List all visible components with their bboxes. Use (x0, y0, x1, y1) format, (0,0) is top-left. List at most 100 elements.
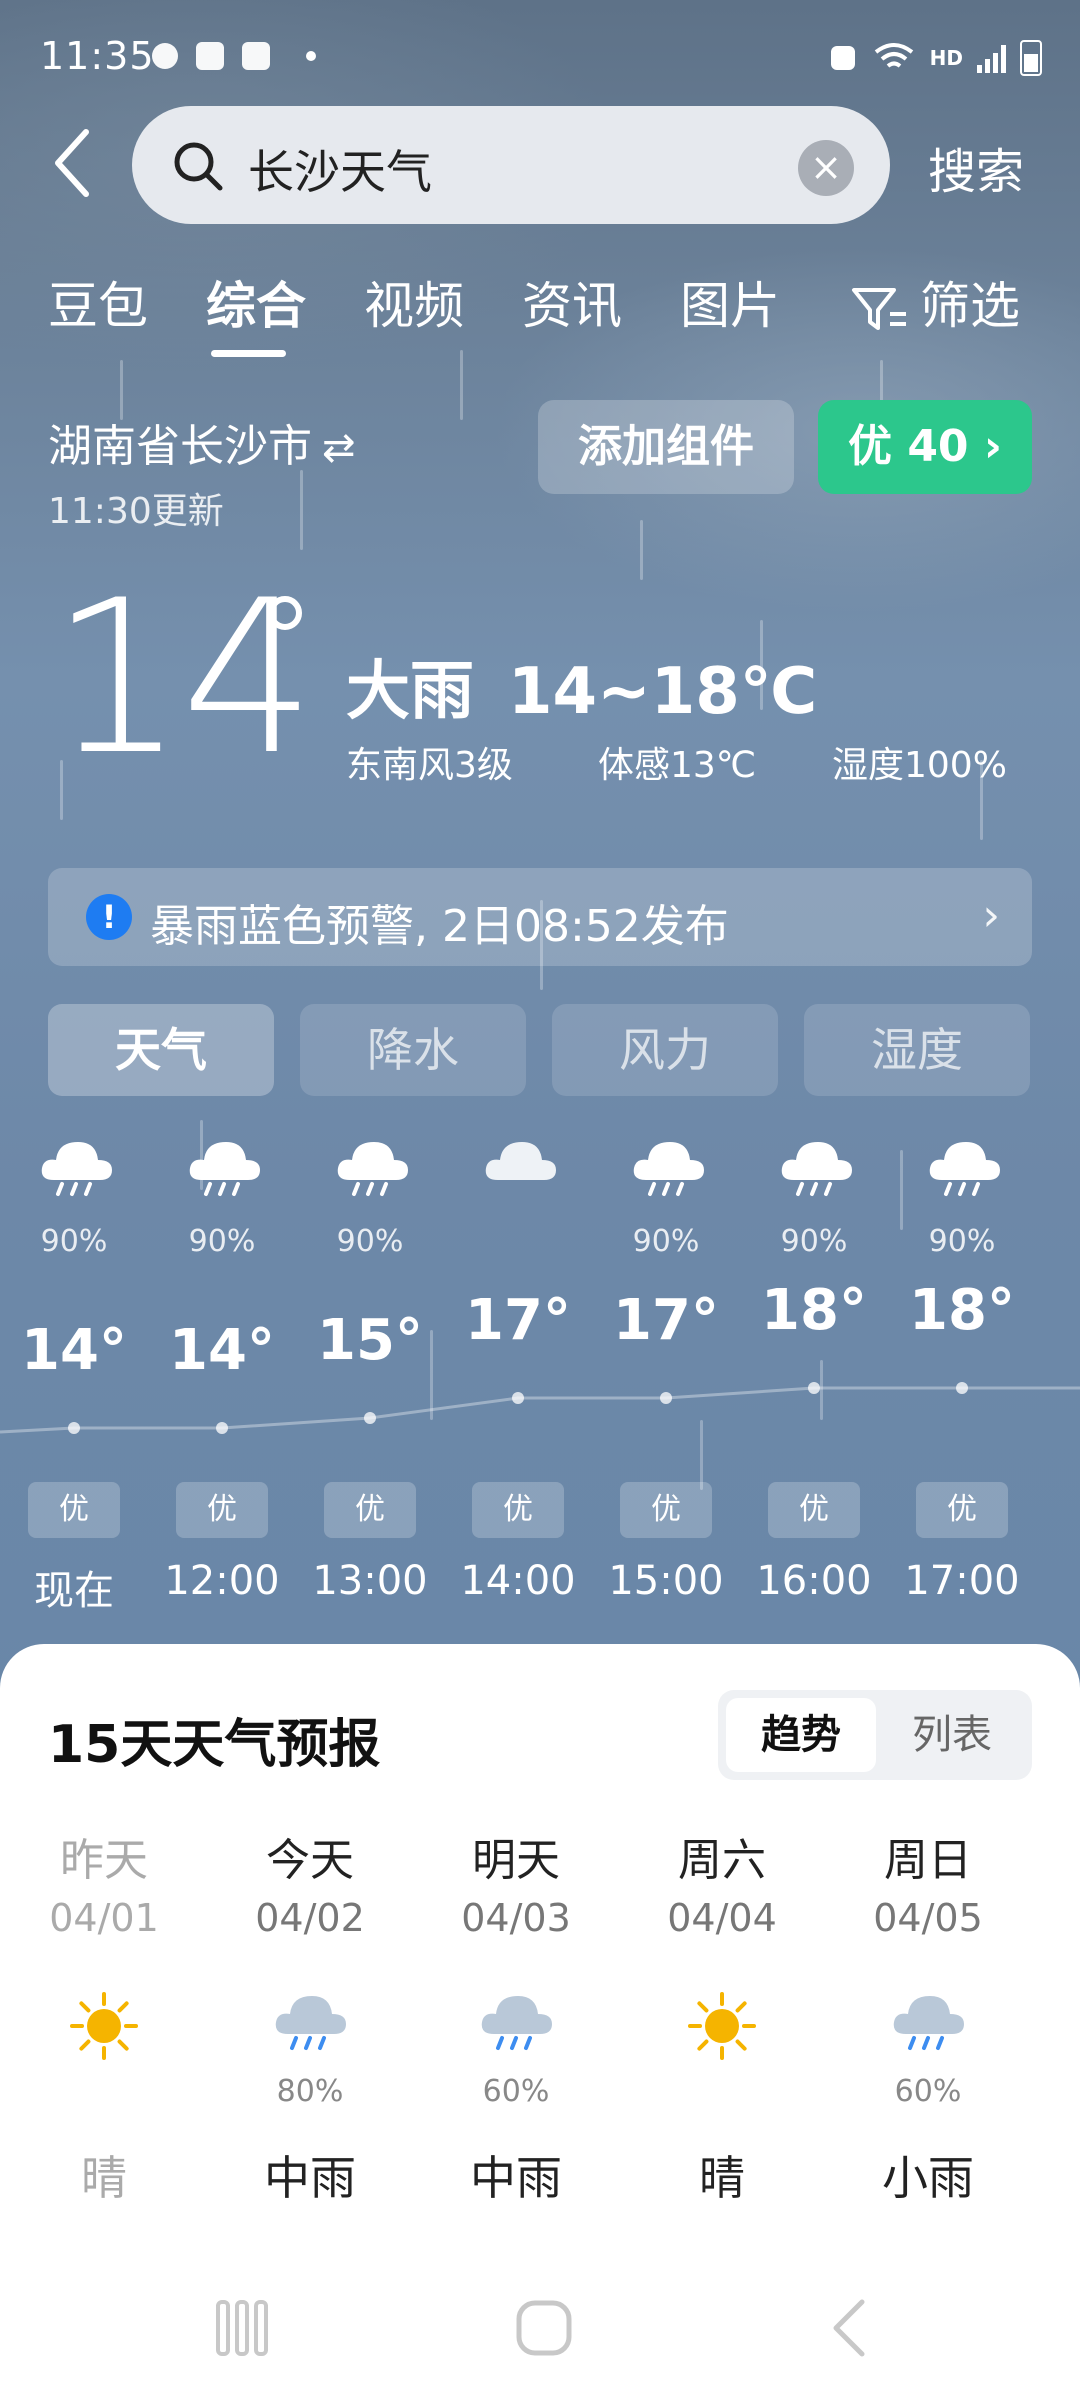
humidity-info: 湿度100% (832, 745, 1007, 786)
temperature-point (512, 1392, 524, 1404)
status-time: 11:35 (40, 34, 155, 78)
aqi-button[interactable]: 优 40 › (818, 400, 1032, 494)
day-weather-icon (476, 1988, 556, 2058)
list-view-button[interactable]: 列表 (880, 1698, 1024, 1772)
search-input[interactable]: 长沙天气 (248, 136, 432, 202)
day-date: 04/04 (667, 1896, 777, 1940)
search-button[interactable]: 搜索 (928, 132, 1024, 202)
hourly-aqi-badge: 优 (176, 1482, 268, 1538)
location-name: 湖南省长沙市 (48, 421, 312, 472)
temperature-point (68, 1422, 80, 1434)
tab-filter[interactable]: 筛选 (850, 266, 1020, 338)
temperature-point (216, 1422, 228, 1434)
alert-text: 暴雨蓝色预警, 2日08:52发布 (150, 901, 729, 952)
hourly-aqi-badge: 优 (768, 1482, 860, 1538)
hourly-precip-probability: 90% (928, 1224, 996, 1259)
temperature-point (956, 1382, 968, 1394)
light-rain-cloud-icon (929, 1142, 1000, 1196)
light-rain-cloud-icon (189, 1142, 260, 1196)
hourly-time: 16:00 (756, 1558, 872, 1604)
status-bar: 11:35 HD (0, 0, 1080, 110)
day-weather-icon (64, 1988, 144, 2068)
location-selector[interactable]: 湖南省长沙市 ⇄ (48, 410, 356, 474)
recent-apps-icon[interactable] (214, 2298, 270, 2358)
tab-video[interactable]: 视频 (364, 266, 464, 338)
hourly-weather-icon (36, 1134, 116, 1204)
hourly-weather-icon (480, 1134, 560, 1204)
segment-humidity[interactable]: 湿度 (804, 1004, 1030, 1096)
active-tab-indicator (211, 350, 286, 357)
segment-precipitation[interactable]: 降水 (300, 1004, 526, 1096)
day-weather-icon (888, 1988, 968, 2058)
wifi-icon (874, 43, 913, 68)
segment-wind[interactable]: 风力 (552, 1004, 778, 1096)
day-condition: 中雨 (470, 2151, 562, 2205)
hourly-time: 14:00 (460, 1558, 576, 1604)
notification-icons (152, 42, 316, 70)
temperature-point (364, 1412, 376, 1424)
voicemail-icon (196, 42, 224, 70)
hourly-time: 12:00 (164, 1558, 280, 1604)
day-date: 04/01 (49, 1896, 159, 1940)
rain-cloud-icon (41, 1142, 112, 1196)
filter-label: 筛选 (920, 277, 1020, 335)
swap-location-icon: ⇄ (322, 425, 356, 471)
tab-images[interactable]: 图片 (680, 266, 780, 338)
light-rain-cloud-icon (633, 1142, 704, 1196)
temperature-point (808, 1382, 820, 1394)
system-status-icons: HD (828, 40, 1042, 76)
alert-icon: ! (86, 894, 132, 940)
hourly-weather-icon (184, 1134, 264, 1204)
sun-icon (70, 1992, 138, 2060)
hourly-time: 现在 (34, 1568, 114, 1614)
current-condition: 大雨 (346, 655, 474, 729)
filter-icon (852, 287, 906, 330)
hourly-weather-icon (628, 1134, 708, 1204)
hourly-precip-probability: 90% (632, 1224, 700, 1259)
weather-alert-banner[interactable]: ! 暴雨蓝色预警, 2日08:52发布 › (48, 868, 1032, 966)
feels-like: 体感13℃ (598, 745, 757, 786)
segment-weather[interactable]: 天气 (48, 1004, 274, 1096)
signal-icon (977, 43, 1006, 73)
day-precip-probability: 80% (276, 2074, 344, 2109)
category-tabs: 豆包 综合 视频 资讯 图片 筛选 (0, 266, 1080, 366)
home-icon[interactable] (514, 2298, 574, 2358)
wind-info: 东南风3级 (346, 745, 513, 786)
app-badge-icon (242, 42, 270, 70)
hourly-precip-probability: 90% (336, 1224, 404, 1259)
hourly-aqi-badge: 优 (916, 1482, 1008, 1538)
rain-cloud-icon (275, 1996, 346, 2050)
tab-all[interactable]: 综合 (206, 266, 306, 338)
day-condition: 晴 (81, 2151, 127, 2205)
view-toggle: 趋势 列表 (718, 1690, 1032, 1780)
tab-doubao[interactable]: 豆包 (48, 266, 148, 338)
navigation-bar (0, 2248, 1080, 2400)
day-date: 04/05 (873, 1896, 983, 1940)
rain-cloud-icon (481, 1996, 552, 2050)
rain-cloud-icon (893, 1996, 964, 2050)
sun-icon (688, 1992, 756, 2060)
day-name: 周日 (884, 1835, 972, 1886)
tab-news[interactable]: 资讯 (522, 266, 622, 338)
current-condition-line: 大雨 14~18℃ (346, 640, 851, 732)
hourly-precip-probability: 90% (780, 1224, 848, 1259)
hourly-time: 17:00 (904, 1558, 1020, 1604)
day-name: 昨天 (60, 1835, 148, 1886)
temperature-range: 14~18℃ (508, 655, 818, 729)
clear-search-icon[interactable]: × (798, 140, 854, 196)
day-weather-icon (270, 1988, 350, 2058)
back-arrow-icon[interactable] (52, 128, 92, 198)
hourly-precip-probability: 90% (40, 1224, 108, 1259)
hd-indicator: HD (929, 46, 963, 70)
search-bar[interactable]: 长沙天气 × (132, 106, 890, 224)
recycle-icon (830, 46, 855, 70)
chevron-right-icon: › (982, 890, 1000, 941)
trend-view-button[interactable]: 趋势 (726, 1698, 876, 1772)
hourly-time: 15:00 (608, 1558, 724, 1604)
search-icon (174, 142, 223, 191)
add-widget-button[interactable]: 添加组件 (538, 400, 794, 494)
back-nav-icon[interactable] (828, 2298, 868, 2358)
hourly-weather-icon (924, 1134, 1004, 1204)
hourly-weather-icon (776, 1134, 856, 1204)
temperature-trend-line (0, 1382, 1080, 1434)
